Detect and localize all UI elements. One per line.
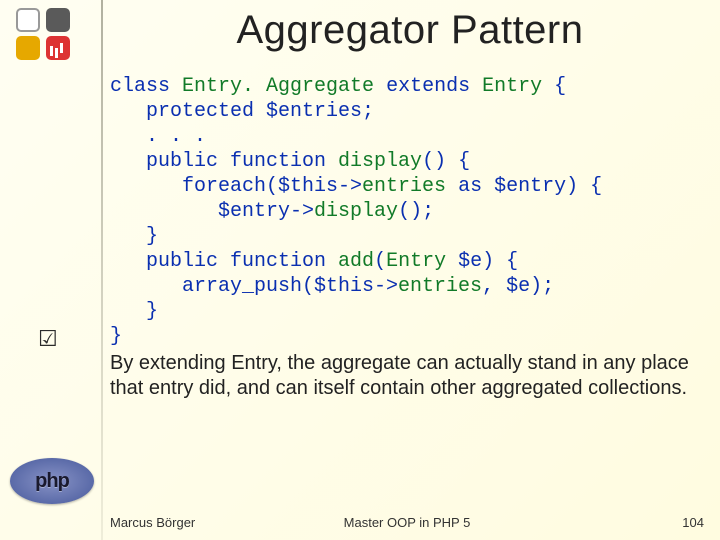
php-logo: php [10, 458, 94, 504]
checkmark-icon: ☑ [38, 326, 58, 352]
explanation-text: By extending Entry, the aggregate can ac… [110, 351, 706, 401]
slide-content: class Entry. Aggregate extends Entry { p… [110, 74, 706, 401]
slide-title: Aggregator Pattern [120, 8, 700, 53]
quad-logo [8, 6, 96, 66]
logo-square-amber [16, 36, 40, 60]
php-logo-text: php [35, 470, 69, 493]
logo-square-white [16, 8, 40, 32]
left-sidebar: ☑ php [0, 0, 104, 540]
logo-square-dark [46, 8, 70, 32]
slide-footer: Marcus Börger Master OOP in PHP 5 104 [110, 515, 704, 530]
code-block: class Entry. Aggregate extends Entry { p… [110, 74, 706, 349]
logo-square-red-bars-icon [46, 36, 70, 60]
footer-title: Master OOP in PHP 5 [110, 515, 704, 530]
